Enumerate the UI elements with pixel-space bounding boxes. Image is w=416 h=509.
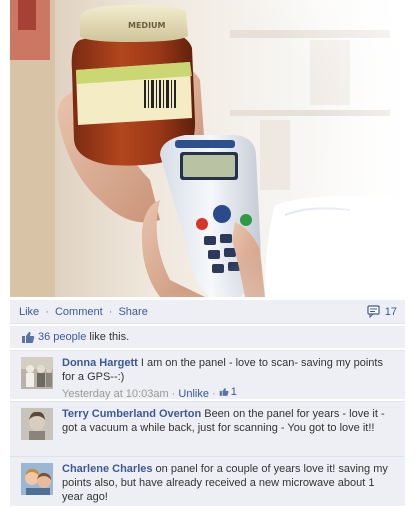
comment-like-number: 1 [230,386,237,398]
action-separator: · [108,306,113,318]
unlike-link[interactable]: Unlike [178,388,209,400]
comment-like-count[interactable]: 1 [219,385,237,399]
comment-count: 17 [384,305,397,318]
comment-link[interactable]: Comment [55,306,103,318]
comment-timestamp[interactable]: Yesterday at 10:03am [62,388,169,400]
comment-author[interactable]: Donna Hargett [62,357,138,369]
likes-summary: 36 people like this. [10,326,405,348]
thumbs-up-icon [219,388,229,396]
comment-author[interactable]: Terry Cumberland Overton [62,408,201,420]
comment-item: Terry Cumberland Overton Been on the pan… [10,401,405,456]
comment-item: Donna Hargett I am on the panel - love t… [10,350,405,401]
likes-people-link[interactable]: 36 people [38,331,86,343]
charlene-avatar [21,463,53,495]
like-link[interactable]: Like [19,306,39,318]
avatar[interactable] [21,408,53,440]
comment-count-button[interactable]: 17 [367,305,397,318]
terry-avatar [21,408,53,440]
action-separator: · [45,306,49,318]
thumbs-up-icon [22,331,35,343]
post-actions: Like · Comment · Share [19,306,148,318]
avatar[interactable] [21,463,53,495]
facebook-post: MEDIUM [0,0,416,509]
comment-body: Terry Cumberland Overton Been on the pan… [62,407,392,435]
likes-text: 36 people like this. [38,331,129,343]
comment-body: Donna Hargett I am on the panel - love t… [62,356,392,401]
comment-meta: Yesterday at 10:03am · Unlike · 1 [62,385,392,401]
comment-item: Charlene Charles on panel for a couple o… [10,456,405,506]
share-link[interactable]: Share [118,306,147,318]
meta-separator: · [168,388,179,400]
avatar[interactable] [21,357,53,389]
donna-avatar [21,357,53,389]
post-photo[interactable]: MEDIUM [10,0,405,297]
post-action-bar: Like · Comment · Share 17 [10,300,405,324]
barcode-scanner-photo: MEDIUM [10,0,405,297]
comment-author[interactable]: Charlene Charles [62,463,152,475]
comment-body: Charlene Charles on panel for a couple o… [62,462,392,504]
meta-separator: · [208,388,219,400]
likes-suffix: like this. [86,331,130,343]
comment-bubble-icon [367,305,380,318]
